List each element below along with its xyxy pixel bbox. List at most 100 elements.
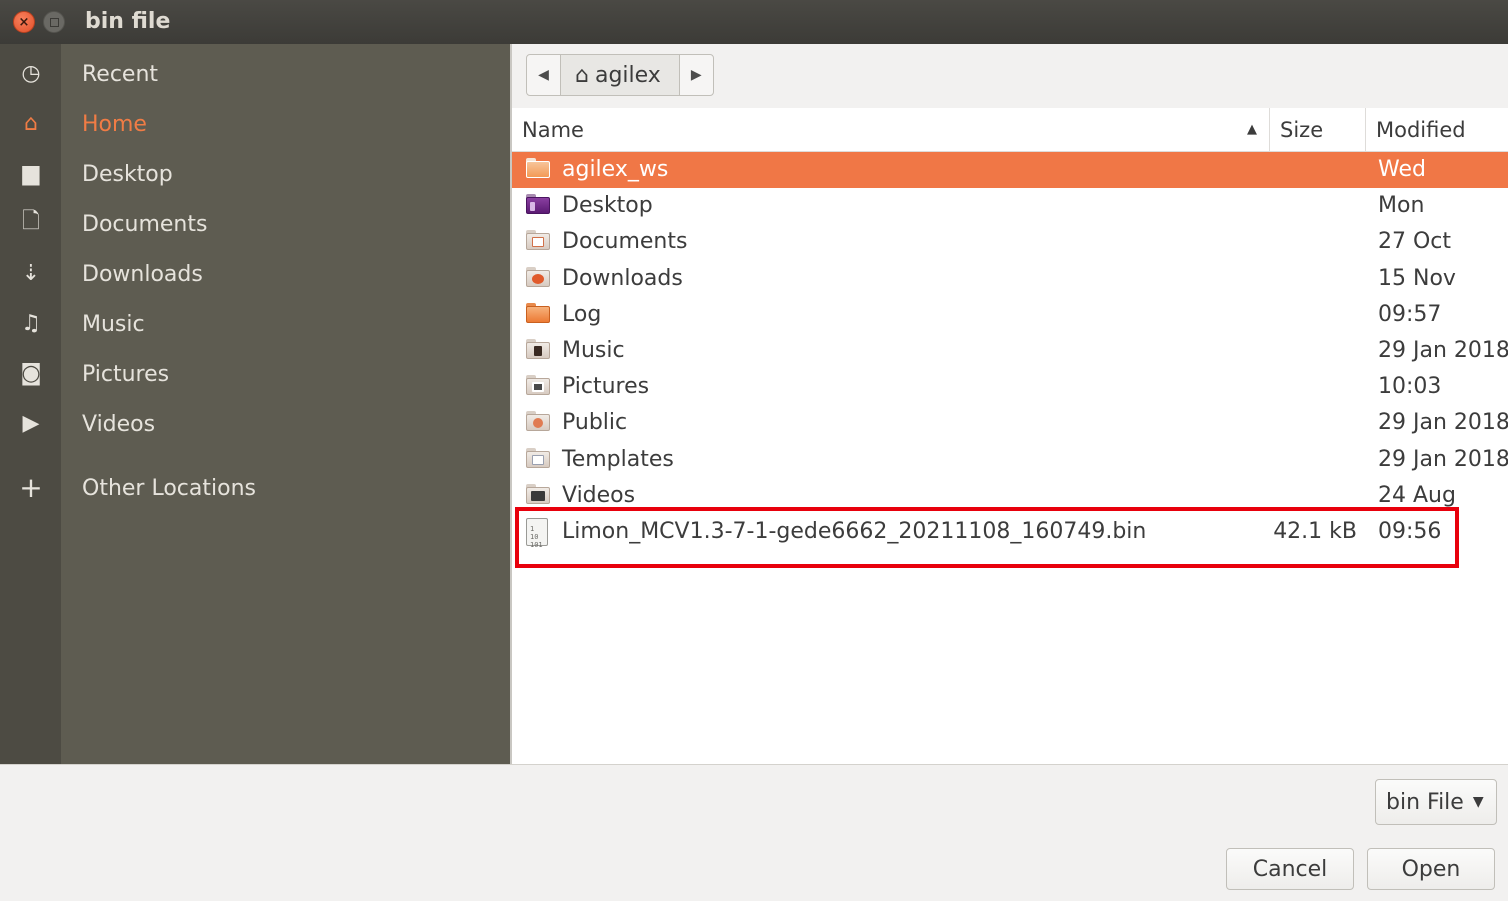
sidebar-item-music[interactable]: ♫ Music bbox=[0, 300, 510, 346]
music-icon: ♫ bbox=[21, 310, 41, 336]
home-icon: ⌂ bbox=[575, 62, 589, 88]
column-name-label: Name bbox=[522, 118, 584, 142]
file-browser: ◀ ⌂ agilex ▶ Name ▲ Size Modified agilex… bbox=[510, 44, 1508, 764]
sidebar-item-desktop[interactable]: ▆ Desktop bbox=[0, 150, 510, 196]
file-modified: 15 Nov bbox=[1378, 265, 1456, 291]
table-row[interactable]: Templates 29 Jan 2018 bbox=[512, 442, 1508, 478]
file-modified: 09:57 bbox=[1378, 301, 1442, 327]
templates-folder-icon bbox=[526, 447, 550, 470]
pictures-folder-icon bbox=[526, 375, 550, 397]
file-name: Desktop bbox=[562, 193, 653, 219]
open-button[interactable]: Open bbox=[1367, 848, 1495, 890]
file-name: Log bbox=[562, 301, 602, 327]
file-modified: Wed bbox=[1378, 157, 1426, 182]
sidebar-item-label: Downloads bbox=[82, 262, 203, 287]
file-filter-label: bin File bbox=[1386, 789, 1464, 815]
binary-file-icon: 1 10 101 bbox=[526, 517, 550, 549]
file-name: Templates bbox=[562, 446, 674, 472]
file-modified: 29 Jan 2018 bbox=[1378, 410, 1508, 436]
breadcrumb-label: agilex bbox=[594, 62, 661, 88]
file-modified: 09:56 bbox=[1378, 518, 1442, 544]
file-name: Pictures bbox=[562, 374, 650, 400]
column-modified-label: Modified bbox=[1376, 118, 1466, 142]
table-row[interactable]: Downloads 15 Nov bbox=[512, 261, 1508, 297]
camera-icon: ◙ bbox=[20, 360, 42, 386]
file-filter-dropdown[interactable]: bin File ▼ bbox=[1375, 779, 1497, 825]
binary-file-icon-label: 1 10 101 bbox=[526, 517, 548, 549]
table-row[interactable]: Log 09:57 bbox=[512, 297, 1508, 333]
file-modified: Mon bbox=[1378, 193, 1425, 219]
sidebar-item-label: Music bbox=[82, 312, 145, 337]
path-back-button[interactable]: ◀ bbox=[527, 55, 560, 95]
file-modified: 29 Jan 2018 bbox=[1378, 337, 1508, 363]
file-name: Public bbox=[562, 410, 628, 436]
download-icon: ⇣ bbox=[21, 260, 41, 286]
file-name: agilex_ws bbox=[562, 157, 669, 182]
sidebar-item-downloads[interactable]: ⇣ Downloads bbox=[0, 250, 510, 296]
file-list: agilex_ws Wed Desktop Mon Documents 27 O… bbox=[512, 152, 1508, 550]
column-header: Name ▲ Size Modified bbox=[512, 108, 1508, 152]
sidebar-item-label: Videos bbox=[82, 412, 156, 437]
folder-icon bbox=[526, 302, 550, 325]
file-size: 42.1 kB bbox=[1273, 518, 1357, 544]
title-bar: × bin file bbox=[0, 0, 1508, 44]
sidebar-item-label: Recent bbox=[82, 62, 159, 87]
file-name: Limon_MCV1.3-7-1-gede6662_20211108_16074… bbox=[562, 518, 1147, 544]
cancel-button[interactable]: Cancel bbox=[1226, 848, 1354, 890]
column-size-label: Size bbox=[1280, 118, 1324, 142]
column-size[interactable]: Size bbox=[1269, 108, 1365, 152]
column-name[interactable]: Name ▲ bbox=[522, 108, 1268, 152]
sort-ascending-icon: ▲ bbox=[1247, 122, 1257, 137]
home-icon: ⌂ bbox=[24, 110, 38, 136]
folder-icon: ▆ bbox=[22, 160, 40, 186]
document-icon: 🗋 bbox=[22, 209, 40, 234]
path-bar: ◀ ⌂ agilex ▶ bbox=[512, 44, 1508, 108]
sidebar-item-videos[interactable]: ▶ Videos bbox=[0, 400, 510, 446]
documents-folder-icon bbox=[526, 230, 550, 252]
sidebar-item-other-locations[interactable]: + Other Locations bbox=[0, 464, 510, 510]
breadcrumb: ◀ ⌂ agilex ▶ bbox=[526, 54, 714, 96]
sidebar-item-label: Documents bbox=[82, 212, 208, 237]
sidebar-item-label: Pictures bbox=[82, 362, 170, 387]
file-modified: 29 Jan 2018 bbox=[1378, 446, 1508, 472]
table-row[interactable]: agilex_ws Wed bbox=[512, 152, 1508, 189]
file-modified: 24 Aug bbox=[1378, 482, 1456, 508]
sidebar-item-label: Home bbox=[82, 112, 147, 137]
column-modified[interactable]: Modified bbox=[1365, 108, 1508, 152]
table-row[interactable]: Documents 27 Oct bbox=[512, 224, 1508, 260]
sidebar-item-recent[interactable]: ◷ Recent bbox=[0, 50, 510, 96]
maximize-icon bbox=[49, 17, 59, 27]
file-name: Documents bbox=[562, 229, 688, 255]
file-modified: 10:03 bbox=[1378, 374, 1442, 400]
chevron-down-icon: ▼ bbox=[1472, 794, 1484, 810]
table-row[interactable]: Public 29 Jan 2018 bbox=[512, 405, 1508, 441]
table-row[interactable]: Videos 24 Aug bbox=[512, 478, 1508, 514]
plus-icon: + bbox=[19, 470, 43, 504]
desktop-folder-icon bbox=[526, 194, 550, 216]
sidebar-item-pictures[interactable]: ◙ Pictures bbox=[0, 350, 510, 396]
chevron-right-icon: ▶ bbox=[690, 67, 702, 83]
sidebar-item-documents[interactable]: 🗋 Documents bbox=[0, 200, 510, 246]
sidebar-item-label: Desktop bbox=[82, 162, 173, 187]
table-row[interactable]: Pictures 10:03 bbox=[512, 369, 1508, 405]
chevron-left-icon: ◀ bbox=[538, 67, 549, 83]
clock-icon: ◷ bbox=[21, 60, 41, 86]
public-folder-icon bbox=[526, 411, 550, 433]
close-icon: × bbox=[18, 14, 30, 30]
video-icon: ▶ bbox=[22, 410, 40, 436]
videos-folder-icon bbox=[526, 483, 550, 506]
table-row[interactable]: Music 29 Jan 2018 bbox=[512, 333, 1508, 369]
window-title: bin file bbox=[85, 9, 171, 34]
table-row[interactable]: 1 10 101 Limon_MCV1.3-7-1-gede6662_20211… bbox=[512, 514, 1508, 550]
maximize-window-button[interactable] bbox=[43, 11, 65, 33]
table-row[interactable]: Desktop Mon bbox=[512, 188, 1508, 224]
sidebar-item-home[interactable]: ⌂ Home bbox=[0, 100, 510, 146]
file-modified: 27 Oct bbox=[1378, 229, 1452, 255]
dialog-action-bar: bin File ▼ Cancel Open bbox=[0, 764, 1508, 901]
path-forward-button[interactable]: ▶ bbox=[680, 55, 713, 95]
file-name: Downloads bbox=[562, 265, 683, 291]
breadcrumb-home[interactable]: ⌂ agilex bbox=[560, 55, 680, 95]
close-window-button[interactable]: × bbox=[13, 11, 35, 33]
places-sidebar: ◷ Recent ⌂ Home ▆ Desktop 🗋 Documents ⇣ … bbox=[0, 44, 510, 764]
sidebar-item-label: Other Locations bbox=[82, 476, 256, 501]
